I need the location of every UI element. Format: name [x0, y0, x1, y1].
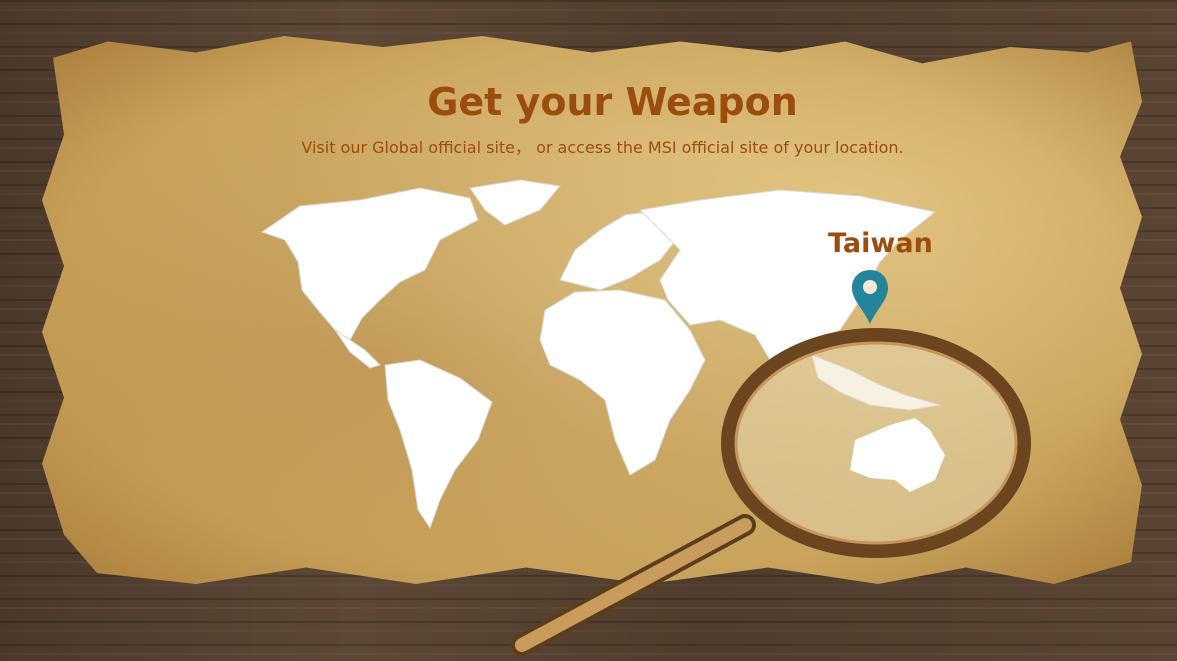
- map-pin-icon[interactable]: [850, 268, 890, 326]
- page-title: Get your Weapon: [427, 80, 798, 124]
- region-central-america[interactable]: [334, 329, 381, 369]
- page-subtitle: Visit our Global official site， or acces…: [301, 138, 904, 157]
- region-south-america[interactable]: [384, 359, 493, 530]
- region-africa[interactable]: [539, 289, 706, 476]
- region-greenland[interactable]: [469, 179, 561, 226]
- location-label[interactable]: Taiwan: [828, 228, 933, 259]
- region-north-america[interactable]: [260, 187, 479, 341]
